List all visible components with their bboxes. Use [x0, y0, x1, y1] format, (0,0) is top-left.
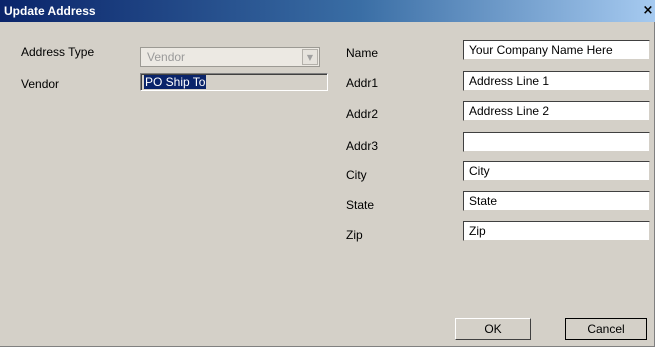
addr3-label: Addr3: [346, 139, 379, 153]
name-input[interactable]: Your Company Name Here: [463, 40, 650, 60]
address-type-label: Address Type: [21, 45, 95, 59]
addr1-input[interactable]: Address Line 1: [463, 71, 650, 91]
name-label: Name: [346, 46, 379, 60]
addr2-input[interactable]: Address Line 2: [463, 101, 650, 121]
vendor-label: Vendor: [21, 77, 60, 91]
update-address-dialog: Update Address × Address Type Vendor ▼ V…: [0, 0, 655, 347]
chevron-down-icon[interactable]: ▼: [302, 49, 318, 65]
state-label: State: [346, 198, 375, 212]
zip-label: Zip: [346, 228, 363, 242]
city-input[interactable]: City: [463, 161, 650, 181]
vendor-field[interactable]: PO Ship To: [140, 73, 328, 91]
ok-button[interactable]: OK: [455, 318, 531, 340]
close-icon[interactable]: ×: [641, 4, 655, 18]
address-type-select[interactable]: Vendor ▼: [140, 47, 320, 67]
title-bar[interactable]: Update Address ×: [0, 0, 655, 22]
window-title: Update Address: [4, 4, 96, 18]
addr1-label: Addr1: [346, 76, 379, 90]
city-label: City: [346, 168, 367, 182]
address-type-value: Vendor: [147, 50, 186, 64]
cancel-button[interactable]: Cancel: [565, 318, 647, 340]
vendor-value: PO Ship To: [144, 75, 207, 89]
zip-input[interactable]: Zip: [463, 221, 650, 241]
addr3-input[interactable]: [463, 132, 650, 152]
addr2-label: Addr2: [346, 107, 379, 121]
state-input[interactable]: State: [463, 191, 650, 211]
